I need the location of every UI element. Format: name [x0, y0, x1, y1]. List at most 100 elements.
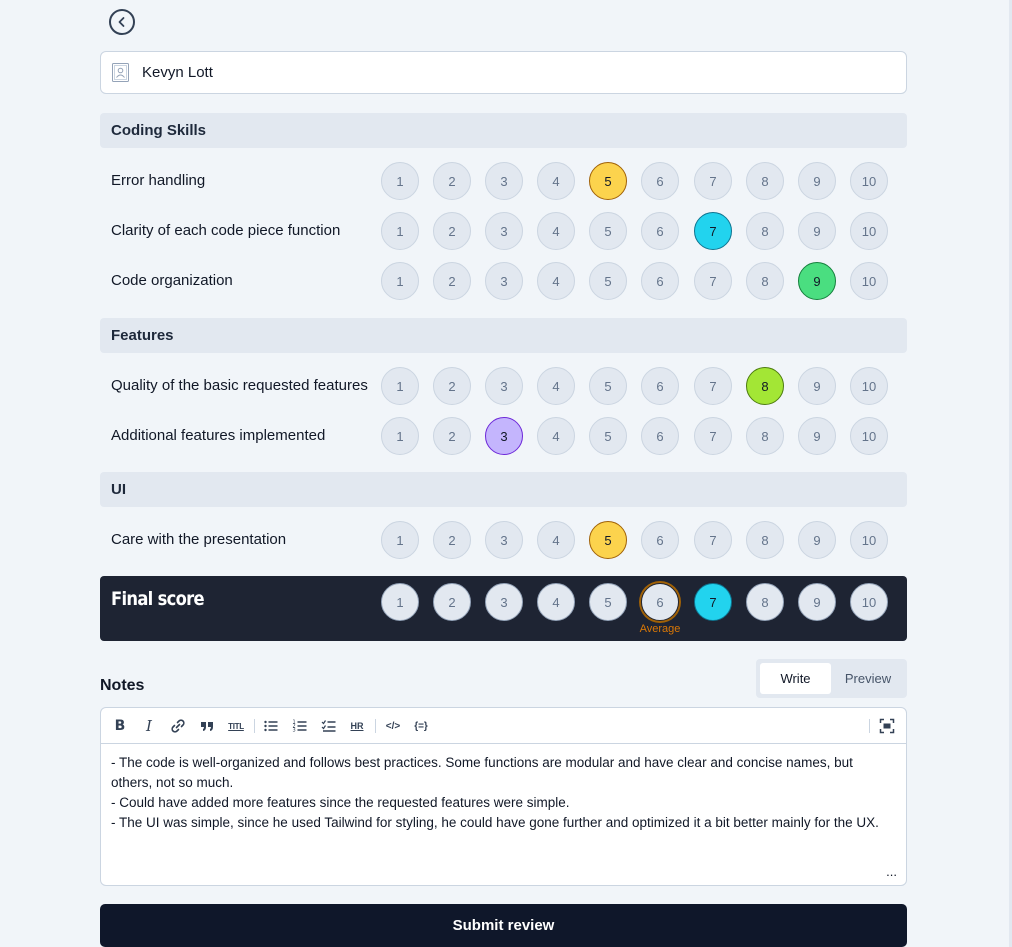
score-option-10[interactable]: 10: [850, 262, 888, 300]
toolbar-divider: [375, 719, 376, 733]
score-option-8[interactable]: 8: [746, 521, 784, 559]
score-option-7[interactable]: 7: [694, 417, 732, 455]
submit-review-button[interactable]: Submit review: [100, 904, 907, 947]
final-score-option-7[interactable]: 7: [694, 583, 732, 621]
score-option-4[interactable]: 4: [537, 162, 575, 200]
score-option-5[interactable]: 5: [589, 417, 627, 455]
score-option-6[interactable]: 6: [641, 212, 679, 250]
score-option-3[interactable]: 3: [485, 162, 523, 200]
score-option-7[interactable]: 7: [694, 162, 732, 200]
score-option-6[interactable]: 6: [641, 162, 679, 200]
score-option-3[interactable]: 3: [485, 417, 523, 455]
criterion-label: Clarity of each code piece function: [111, 222, 341, 239]
score-option-8[interactable]: 8: [746, 212, 784, 250]
score-option-10[interactable]: 10: [850, 521, 888, 559]
back-button[interactable]: [109, 9, 135, 35]
italic-button[interactable]: I: [139, 716, 159, 736]
score-option-4[interactable]: 4: [537, 262, 575, 300]
score-option-7[interactable]: 7: [694, 367, 732, 405]
score-option-9[interactable]: 9: [798, 162, 836, 200]
score-option-6[interactable]: 6: [641, 417, 679, 455]
final-score-option-8[interactable]: 8: [746, 583, 784, 621]
score-option-9[interactable]: 9: [798, 262, 836, 300]
ordered-list-button[interactable]: 1 2 3: [290, 716, 310, 736]
final-score-option-9[interactable]: 9: [798, 583, 836, 621]
score-option-10[interactable]: 10: [850, 417, 888, 455]
title-button[interactable]: TITL: [226, 716, 246, 736]
criterion-label: Additional features implemented: [111, 427, 326, 444]
score-option-2[interactable]: 2: [433, 367, 471, 405]
section-header: Coding Skills: [100, 113, 907, 148]
score-option-3[interactable]: 3: [485, 521, 523, 559]
link-button[interactable]: [168, 716, 188, 736]
score-option-10[interactable]: 10: [850, 367, 888, 405]
score-option-9[interactable]: 9: [798, 521, 836, 559]
score-option-2[interactable]: 2: [433, 521, 471, 559]
score-option-2[interactable]: 2: [433, 262, 471, 300]
notes-text[interactable]: - The code is well-organized and follows…: [111, 753, 896, 833]
score-option-8[interactable]: 8: [746, 162, 784, 200]
score-option-6[interactable]: 6: [641, 367, 679, 405]
score-option-4[interactable]: 4: [537, 212, 575, 250]
candidate-name-field[interactable]: Kevyn Lott: [100, 51, 907, 94]
tab-preview[interactable]: Preview: [833, 663, 903, 694]
code-button[interactable]: </>: [383, 716, 403, 736]
score-option-2[interactable]: 2: [433, 212, 471, 250]
unordered-list-button[interactable]: [261, 716, 281, 736]
score-option-10[interactable]: 10: [850, 212, 888, 250]
notes-editor[interactable]: B I TITL 1 2 3 HR </> {=} - The code is …: [100, 707, 907, 886]
score-option-9[interactable]: 9: [798, 212, 836, 250]
score-option-5[interactable]: 5: [589, 521, 627, 559]
score-option-8[interactable]: 8: [746, 367, 784, 405]
checklist-button[interactable]: [319, 716, 339, 736]
resize-handle[interactable]: ...: [886, 864, 897, 879]
horizontal-rule-button[interactable]: HR: [347, 716, 367, 736]
score-option-4[interactable]: 4: [537, 521, 575, 559]
section-header: UI: [100, 472, 907, 507]
final-score-option-3[interactable]: 3: [485, 583, 523, 621]
bold-button[interactable]: B: [110, 716, 130, 736]
score-option-5[interactable]: 5: [589, 212, 627, 250]
score-option-6[interactable]: 6: [641, 262, 679, 300]
score-option-3[interactable]: 3: [485, 262, 523, 300]
score-option-5[interactable]: 5: [589, 162, 627, 200]
quote-button[interactable]: [197, 716, 217, 736]
final-score-option-10[interactable]: 10: [850, 583, 888, 621]
final-score-option-2[interactable]: 2: [433, 583, 471, 621]
final-score-option-5[interactable]: 5: [589, 583, 627, 621]
score-option-9[interactable]: 9: [798, 417, 836, 455]
score-option-5[interactable]: 5: [589, 367, 627, 405]
final-score-option-1[interactable]: 1: [381, 583, 419, 621]
final-score-option-4[interactable]: 4: [537, 583, 575, 621]
score-option-5[interactable]: 5: [589, 262, 627, 300]
score-option-7[interactable]: 7: [694, 212, 732, 250]
score-option-10[interactable]: 10: [850, 162, 888, 200]
score-option-1[interactable]: 1: [381, 262, 419, 300]
notes-tabs: Write Preview: [756, 659, 907, 698]
score-option-2[interactable]: 2: [433, 162, 471, 200]
score-option-7[interactable]: 7: [694, 262, 732, 300]
score-option-6[interactable]: 6: [641, 521, 679, 559]
code-block-button[interactable]: {=}: [411, 716, 431, 736]
score-option-3[interactable]: 3: [485, 212, 523, 250]
score-option-8[interactable]: 8: [746, 417, 784, 455]
quote-icon: [201, 722, 213, 731]
score-option-7[interactable]: 7: [694, 521, 732, 559]
score-option-3[interactable]: 3: [485, 367, 523, 405]
criterion-row: Quality of the basic requested features 1…: [100, 367, 907, 405]
score-option-2[interactable]: 2: [433, 417, 471, 455]
tab-write[interactable]: Write: [760, 663, 831, 694]
final-score-option-6[interactable]: 6: [641, 583, 679, 621]
score-option-1[interactable]: 1: [381, 367, 419, 405]
score-option-4[interactable]: 4: [537, 367, 575, 405]
score-option-8[interactable]: 8: [746, 262, 784, 300]
score-option-1[interactable]: 1: [381, 162, 419, 200]
score-option-1[interactable]: 1: [381, 212, 419, 250]
criterion-row: Clarity of each code piece function 1 2 3 4 5…: [100, 212, 907, 250]
score-option-9[interactable]: 9: [798, 367, 836, 405]
score-option-1[interactable]: 1: [381, 417, 419, 455]
fullscreen-button[interactable]: [877, 716, 897, 736]
score-option-1[interactable]: 1: [381, 521, 419, 559]
svg-text:3: 3: [293, 728, 296, 734]
score-option-4[interactable]: 4: [537, 417, 575, 455]
